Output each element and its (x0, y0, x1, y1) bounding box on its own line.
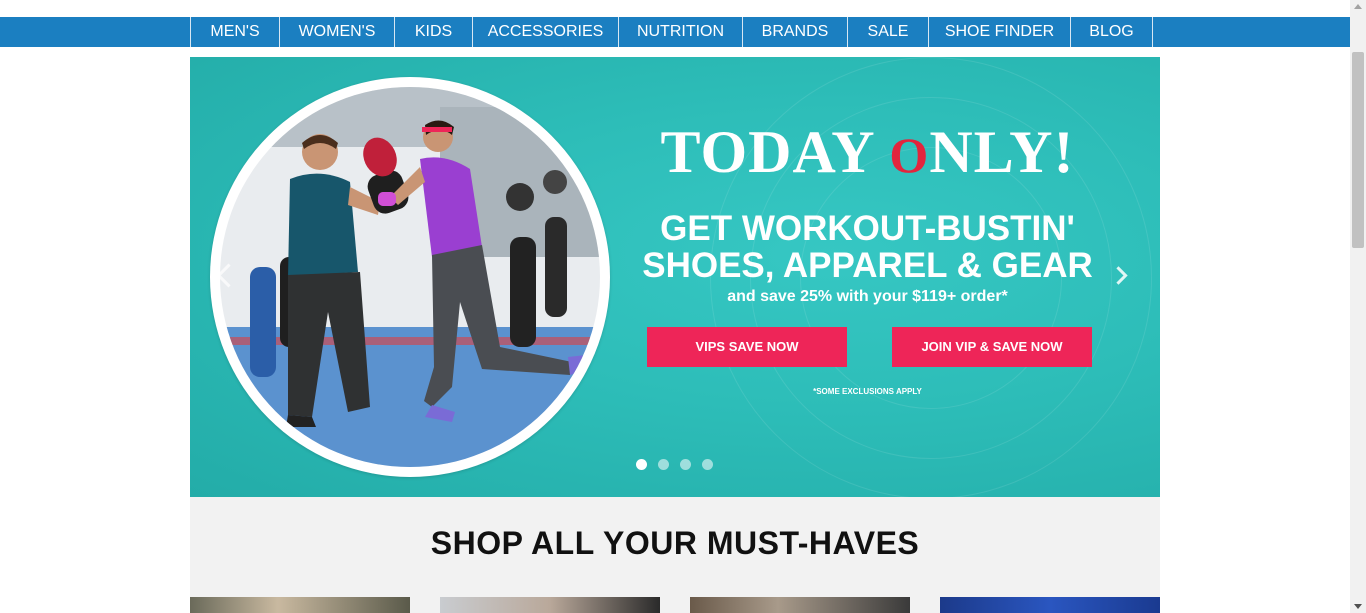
today-o-letter: O (889, 127, 930, 183)
hero-headline: GET WORKOUT-BUSTIN' SHOES, APPAREL & GEA… (630, 210, 1105, 284)
vips-save-now-button[interactable]: VIPS SAVE NOW (647, 327, 847, 367)
hero-subline: and save 25% with your $119+ order* (727, 288, 1008, 305)
today-prefix: TODAY (660, 119, 890, 185)
hero-headline-line2: SHOES, APPAREL & GEAR (642, 246, 1093, 285)
nav-item-accessories[interactable]: ACCESSORIES (473, 17, 619, 47)
shop-section: SHOP ALL YOUR MUST-HAVES (190, 497, 1160, 613)
hero-headline-line1: GET WORKOUT-BUSTIN' (660, 209, 1075, 248)
nav-item-blog[interactable]: BLOG (1071, 17, 1153, 47)
nav-item-kids[interactable]: KIDS (395, 17, 473, 47)
shop-section-title: SHOP ALL YOUR MUST-HAVES (430, 525, 920, 561)
hero-photo (210, 77, 610, 477)
nav-item-brands[interactable]: BRANDS (743, 17, 848, 47)
category-tile-4[interactable] (940, 597, 1160, 613)
carousel-dot-2[interactable] (658, 459, 669, 470)
nav-item-nutrition[interactable]: NUTRITION (619, 17, 743, 47)
hero-banner[interactable]: TODAY ONLY! GET WORKOUT-BUSTIN' SHOES, A… (190, 57, 1160, 497)
join-vip-button[interactable]: JOIN VIP & SAVE NOW (892, 327, 1092, 367)
today-suffix: NLY! (929, 119, 1075, 185)
category-tile-2[interactable] (440, 597, 660, 613)
category-tile-1[interactable] (190, 597, 410, 613)
scroll-thumb[interactable] (1352, 52, 1364, 248)
carousel-dot-1[interactable] (636, 459, 647, 470)
page-scrollbar[interactable] (1350, 0, 1366, 613)
exclusions-disclaimer: *SOME EXCLUSIONS APPLY (813, 387, 922, 396)
carousel-dot-4[interactable] (702, 459, 713, 470)
carousel-dot-3[interactable] (680, 459, 691, 470)
today-only-title: TODAY ONLY! (645, 117, 1090, 190)
nav-item-mens[interactable]: MEN'S (191, 17, 280, 47)
category-tile-3[interactable] (690, 597, 910, 613)
nav-item-womens[interactable]: WOMEN'S (280, 17, 395, 47)
scroll-up-arrow-icon[interactable] (1354, 4, 1362, 9)
main-nav: MEN'S WOMEN'S KIDS ACCESSORIES NUTRITION… (190, 17, 1153, 47)
nav-item-sale[interactable]: SALE (848, 17, 929, 47)
boxing-training-image (220, 87, 600, 467)
nav-item-shoe-finder[interactable]: SHOE FINDER (929, 17, 1071, 47)
top-nav-bar: MEN'S WOMEN'S KIDS ACCESSORIES NUTRITION… (0, 17, 1350, 47)
carousel-dots (636, 459, 724, 470)
scroll-down-arrow-icon[interactable] (1354, 604, 1362, 609)
